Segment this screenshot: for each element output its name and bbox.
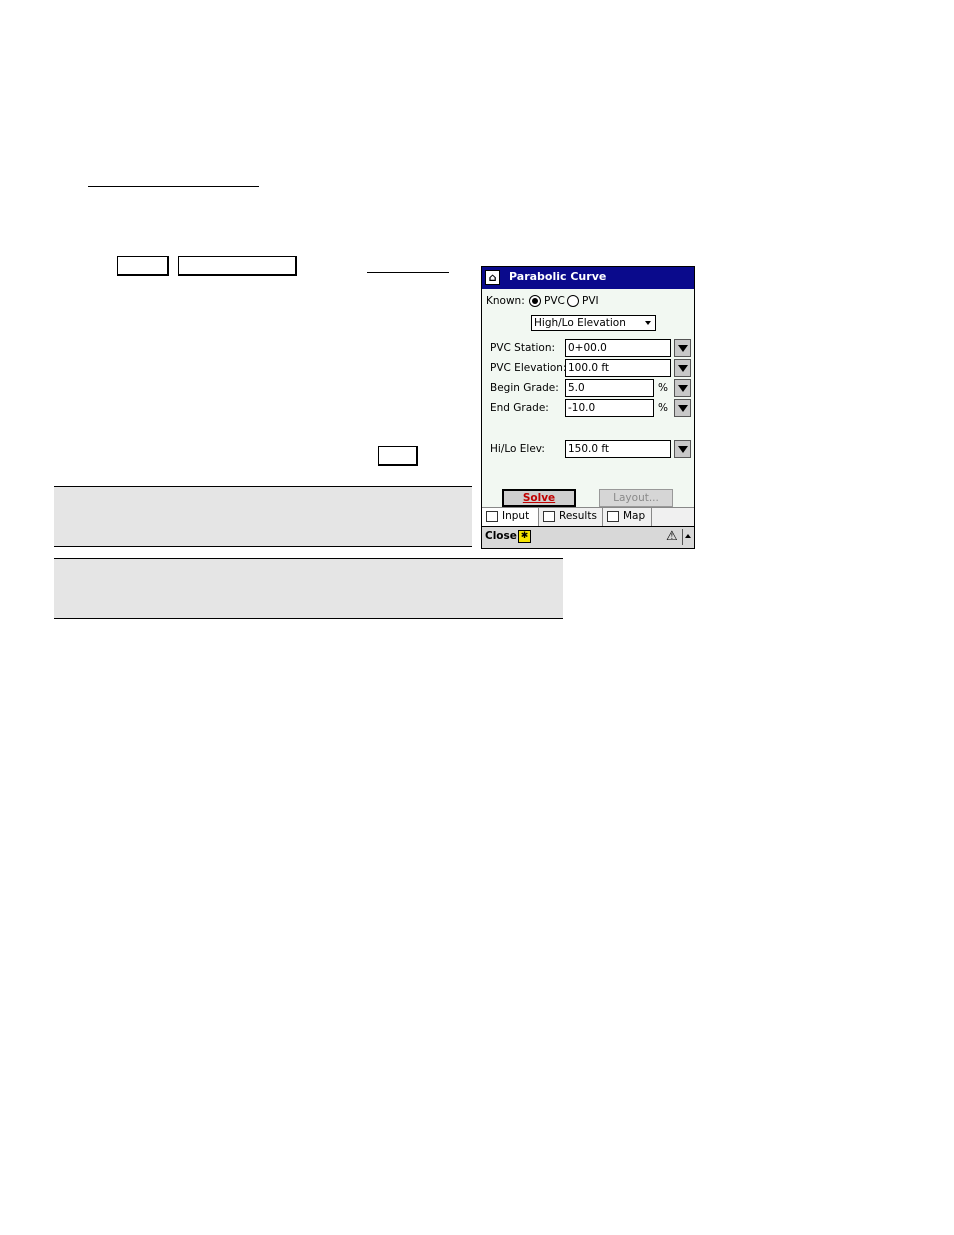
warning-icon[interactable]: ⚠ <box>666 529 682 545</box>
radio-pvc[interactable] <box>529 295 541 307</box>
pvc-elevation-field[interactable]: 100.0 ft <box>565 359 671 377</box>
radio-pvi-label[interactable]: PVI <box>582 294 599 308</box>
hilo-elev-value: 150.0 ft <box>568 443 610 455</box>
text-box-2 <box>178 256 297 276</box>
chevron-down-icon <box>645 321 651 325</box>
note-box-2 <box>54 558 563 619</box>
radio-pvi[interactable] <box>567 295 579 307</box>
begin-grade-field[interactable]: 5.0 <box>565 379 654 397</box>
pvc-station-field[interactable]: 0+00.0 <box>565 339 671 357</box>
tab-map-label: Map <box>623 510 646 522</box>
hilo-elev-field[interactable]: 150.0 ft <box>565 440 671 458</box>
pvc-elevation-value: 100.0 ft <box>568 362 610 374</box>
end-grade-dropdown-button[interactable] <box>674 399 691 417</box>
text-box-3 <box>378 446 418 466</box>
pvc-elevation-dropdown-button[interactable] <box>674 359 691 377</box>
tab-map[interactable]: Map <box>603 508 652 526</box>
end-grade-unit: % <box>658 402 668 414</box>
mode-select[interactable]: High/Lo Elevation <box>531 315 656 331</box>
map-tab-icon <box>607 511 619 522</box>
end-grade-value: -10.0 <box>568 402 596 414</box>
title-bar: ⌂ Parabolic Curve <box>482 267 694 289</box>
pvc-elevation-label: PVC Elevation: <box>490 362 567 374</box>
hilo-elev-label: Hi/Lo Elev: <box>490 443 545 455</box>
layout-button[interactable]: Layout... <box>599 489 673 507</box>
solve-button[interactable]: Solve <box>502 489 576 507</box>
pvc-station-label: PVC Station: <box>490 342 556 354</box>
begin-grade-label: Begin Grade: <box>490 382 559 394</box>
command-bar: Close ✱ ⚠ <box>482 526 694 548</box>
begin-grade-value: 5.0 <box>568 382 585 394</box>
close-button[interactable]: Close <box>485 530 517 542</box>
tab-results[interactable]: Results <box>539 508 603 526</box>
pvc-station-dropdown-button[interactable] <box>674 339 691 357</box>
pvc-station-value: 0+00.0 <box>568 342 607 354</box>
text-box-1 <box>117 256 169 276</box>
input-tab-icon <box>486 511 498 522</box>
radio-pvc-label[interactable]: PVC <box>544 294 565 308</box>
tab-input[interactable]: Input <box>482 508 539 526</box>
tab-input-label: Input <box>502 510 530 522</box>
note-box-1 <box>54 486 472 547</box>
survey-app-icon[interactable]: ⌂ <box>485 270 500 285</box>
known-label: Known: <box>486 295 525 307</box>
begin-grade-dropdown-button[interactable] <box>674 379 691 397</box>
hilo-elev-dropdown-button[interactable] <box>674 440 691 458</box>
tab-results-label: Results <box>559 510 597 522</box>
window-title: Parabolic Curve <box>509 270 607 283</box>
end-grade-field[interactable]: -10.0 <box>565 399 654 417</box>
begin-grade-unit: % <box>658 382 668 394</box>
end-grade-label: End Grade: <box>490 402 549 414</box>
tab-bar: Input Results Map <box>482 507 694 526</box>
text-underline <box>367 272 449 273</box>
divider <box>682 529 683 545</box>
parabolic-curve-window: ⌂ Parabolic Curve Known: PVC PVI High/Lo… <box>481 266 695 549</box>
input-panel-toggle-icon[interactable] <box>685 534 691 538</box>
star-icon[interactable]: ✱ <box>518 530 531 543</box>
heading-underline <box>88 186 259 187</box>
input-pane: Known: PVC PVI High/Lo Elevation PVC Sta… <box>482 289 694 507</box>
mode-select-value: High/Lo Elevation <box>534 317 626 329</box>
results-tab-icon <box>543 511 555 522</box>
